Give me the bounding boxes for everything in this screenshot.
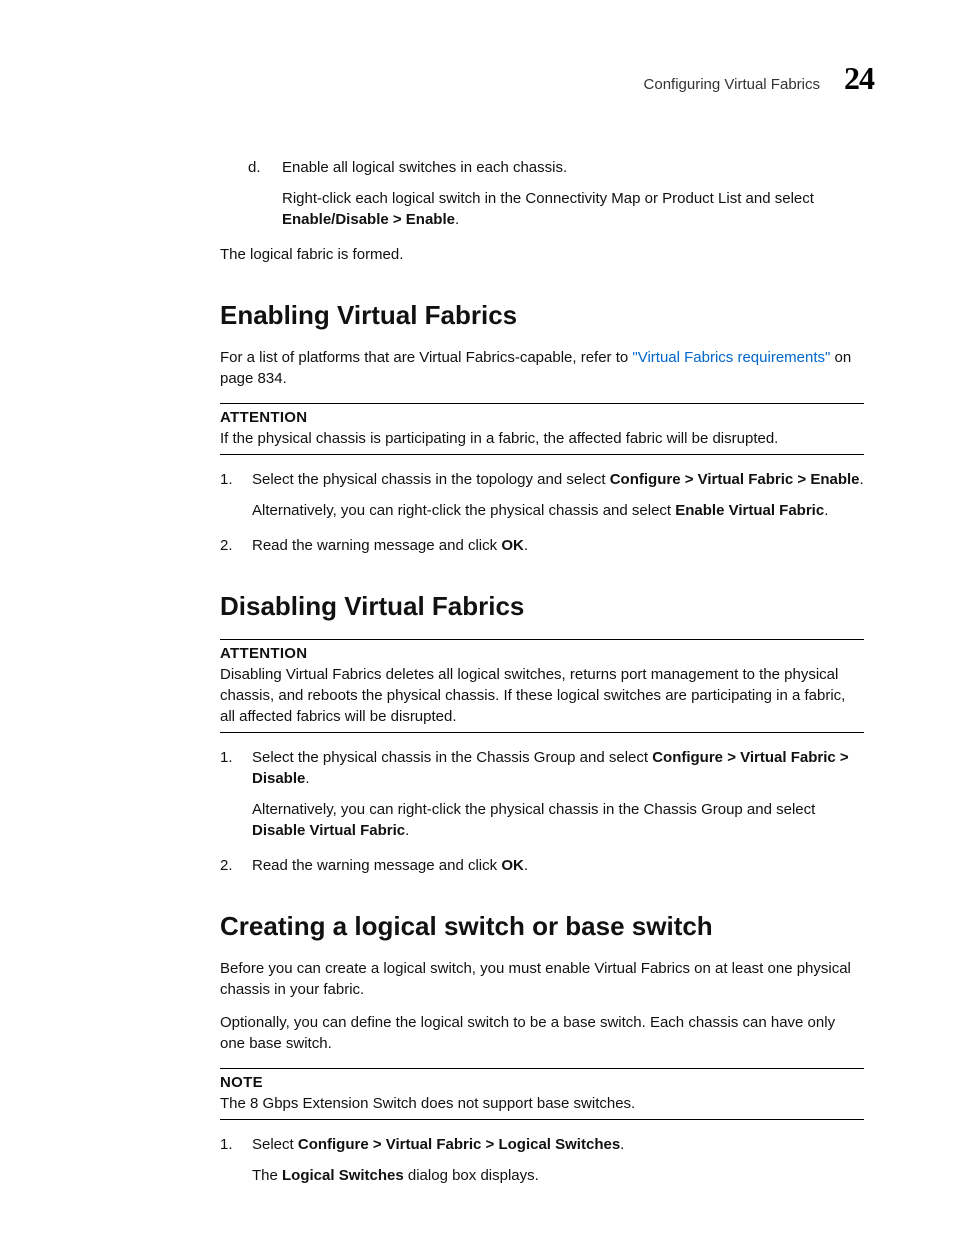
attention-box: ATTENTION If the physical chassis is par… xyxy=(220,403,864,455)
heading-enabling: Enabling Virtual Fabrics xyxy=(220,297,864,333)
text: Read the warning message and click xyxy=(252,537,501,554)
heading-creating: Creating a logical switch or base switch xyxy=(220,908,864,944)
attention-body: Disabling Virtual Fabrics deletes all lo… xyxy=(220,664,864,727)
attention-label: ATTENTION xyxy=(220,407,864,428)
step-d-sub: Right-click each logical switch in the C… xyxy=(282,188,864,230)
step-marker: 1. xyxy=(220,1134,238,1155)
bold: Enable Virtual Fabric xyxy=(675,502,824,519)
heading-disabling: Disabling Virtual Fabrics xyxy=(220,588,864,624)
text: Right-click each logical switch in the C… xyxy=(282,190,814,207)
text: For a list of platforms that are Virtual… xyxy=(220,349,632,366)
text: Alternatively, you can right-click the p… xyxy=(252,502,675,519)
s1-para: For a list of platforms that are Virtual… xyxy=(220,347,864,389)
attention-body: If the physical chassis is participating… xyxy=(220,428,864,449)
s1-step1: 1. Select the physical chassis in the to… xyxy=(220,469,864,490)
bold: Configure > Virtual Fabric > Logical Swi… xyxy=(298,1136,620,1153)
step-body: Read the warning message and click OK. xyxy=(252,535,864,556)
text: . xyxy=(620,1136,624,1153)
text: The xyxy=(252,1167,282,1184)
s3-p1: Before you can create a logical switch, … xyxy=(220,958,864,1000)
text: . xyxy=(455,211,459,228)
s3-p2: Optionally, you can define the logical s… xyxy=(220,1012,864,1054)
text: . xyxy=(524,537,528,554)
intro-closing: The logical fabric is formed. xyxy=(220,244,864,265)
step-marker: 1. xyxy=(220,469,238,490)
bold: Disable Virtual Fabric xyxy=(252,822,405,839)
step-body: Select the physical chassis in the topol… xyxy=(252,469,864,490)
text: . xyxy=(824,502,828,519)
s2-step2: 2. Read the warning message and click OK… xyxy=(220,855,864,876)
s2-step1: 1. Select the physical chassis in the Ch… xyxy=(220,747,864,789)
step-body: Select Configure > Virtual Fabric > Logi… xyxy=(252,1134,864,1155)
step-marker: d. xyxy=(248,157,266,178)
text: dialog box displays. xyxy=(404,1167,539,1184)
bold: Enable/Disable > Enable xyxy=(282,211,455,228)
text: . xyxy=(305,770,309,787)
text: Alternatively, you can right-click the p… xyxy=(252,801,815,818)
text: . xyxy=(860,471,864,488)
attention-box: ATTENTION Disabling Virtual Fabrics dele… xyxy=(220,639,864,733)
text: . xyxy=(524,857,528,874)
s1-step1-alt: Alternatively, you can right-click the p… xyxy=(252,500,864,521)
link-vf-requirements[interactable]: "Virtual Fabrics requirements" xyxy=(632,349,830,366)
text: Read the warning message and click xyxy=(252,857,501,874)
text: Select the physical chassis in the topol… xyxy=(252,471,610,488)
chapter-number: 24 xyxy=(844,60,874,97)
page-header: Configuring Virtual Fabrics 24 xyxy=(80,60,874,97)
step-marker: 1. xyxy=(220,747,238,789)
note-label: NOTE xyxy=(220,1072,864,1093)
text: Select the physical chassis in the Chass… xyxy=(252,749,652,766)
text: . xyxy=(405,822,409,839)
step-text: Enable all logical switches in each chas… xyxy=(282,157,864,178)
step-marker: 2. xyxy=(220,855,238,876)
note-body: The 8 Gbps Extension Switch does not sup… xyxy=(220,1093,864,1114)
page-content: d. Enable all logical switches in each c… xyxy=(220,157,864,1186)
bold: Configure > Virtual Fabric > Enable xyxy=(610,471,860,488)
note-box: NOTE The 8 Gbps Extension Switch does no… xyxy=(220,1068,864,1120)
s3-step1: 1. Select Configure > Virtual Fabric > L… xyxy=(220,1134,864,1155)
s3-step1-alt: The Logical Switches dialog box displays… xyxy=(252,1165,864,1186)
step-body: Read the warning message and click OK. xyxy=(252,855,864,876)
bold: Logical Switches xyxy=(282,1167,404,1184)
text: Select xyxy=(252,1136,298,1153)
s1-step2: 2. Read the warning message and click OK… xyxy=(220,535,864,556)
step-marker: 2. xyxy=(220,535,238,556)
step-body: Select the physical chassis in the Chass… xyxy=(252,747,864,789)
step-d: d. Enable all logical switches in each c… xyxy=(248,157,864,178)
s2-step1-alt: Alternatively, you can right-click the p… xyxy=(252,799,864,841)
header-title: Configuring Virtual Fabrics xyxy=(644,76,820,93)
bold: OK xyxy=(501,537,524,554)
bold: OK xyxy=(501,857,524,874)
attention-label: ATTENTION xyxy=(220,643,864,664)
